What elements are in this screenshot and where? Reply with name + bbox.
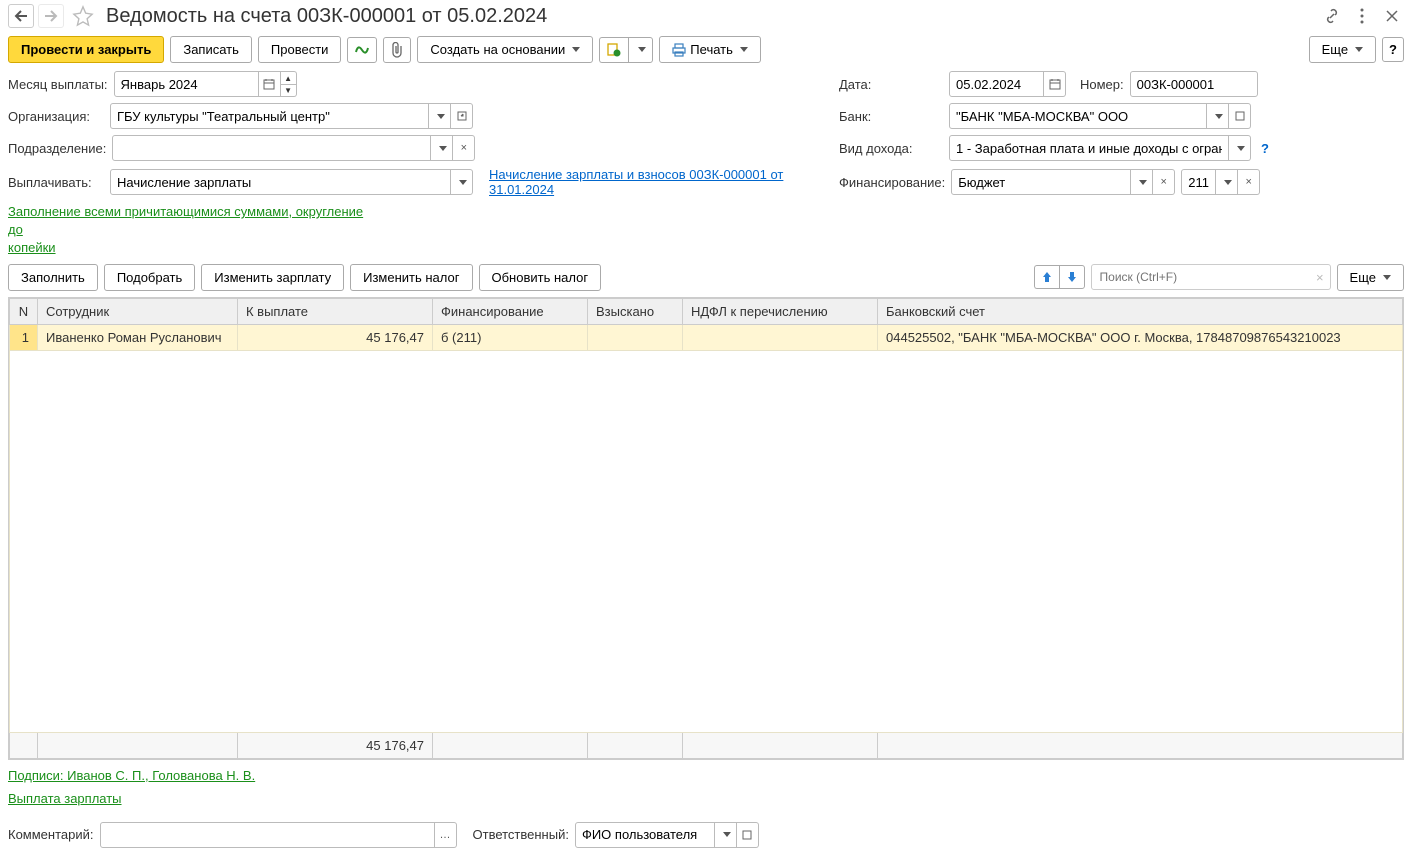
clear-icon[interactable]: × <box>453 135 475 161</box>
kebab-menu-icon[interactable] <box>1350 4 1374 28</box>
fill-button[interactable]: Заполнить <box>8 264 98 291</box>
income-type-input[interactable] <box>949 135 1229 161</box>
col-topay[interactable]: К выплате <box>238 298 433 324</box>
org-label: Организация: <box>8 109 104 124</box>
move-up-button[interactable] <box>1034 265 1059 289</box>
fin-code-input[interactable] <box>1181 169 1216 195</box>
save-button[interactable]: Записать <box>170 36 252 63</box>
move-down-button[interactable] <box>1059 265 1085 289</box>
more-button[interactable]: Еще <box>1309 36 1376 63</box>
open-icon[interactable] <box>1229 103 1251 129</box>
number-input[interactable] <box>1130 71 1258 97</box>
dropdown-icon[interactable] <box>1229 135 1251 161</box>
calendar-icon[interactable] <box>259 71 281 97</box>
favorite-star-icon[interactable] <box>72 5 94 27</box>
dept-input[interactable] <box>112 135 431 161</box>
bank-input[interactable] <box>949 103 1207 129</box>
signatures-link[interactable]: Подписи: Иванов С. П., Голованова Н. В. <box>8 768 255 783</box>
chevron-down-icon <box>1383 275 1391 280</box>
col-employee[interactable]: Сотрудник <box>38 298 238 324</box>
col-fin[interactable]: Финансирование <box>433 298 588 324</box>
dept-label: Подразделение: <box>8 141 106 156</box>
month-down[interactable]: ▼ <box>281 84 297 97</box>
dropdown-icon[interactable] <box>431 135 453 161</box>
print-button[interactable]: Печать <box>659 36 761 63</box>
change-salary-button[interactable]: Изменить зарплату <box>201 264 344 291</box>
month-up[interactable]: ▲ <box>281 71 297 84</box>
pay-input[interactable] <box>110 169 451 195</box>
report-button[interactable] <box>599 37 628 63</box>
pick-button[interactable]: Подобрать <box>104 264 195 291</box>
month-label: Месяц выплаты: <box>8 77 108 92</box>
change-tax-button[interactable]: Изменить налог <box>350 264 472 291</box>
pay-label: Выплачивать: <box>8 175 104 190</box>
col-n[interactable]: N <box>10 298 38 324</box>
page-title: Ведомость на счета 00ЗК-000001 от 05.02.… <box>106 5 1316 28</box>
dropdown-icon[interactable] <box>451 169 473 195</box>
dropdown-icon[interactable] <box>1216 169 1238 195</box>
search-input[interactable] <box>1098 269 1316 285</box>
date-input[interactable] <box>949 71 1044 97</box>
bank-label: Банк: <box>839 109 943 124</box>
chevron-down-icon <box>572 47 580 52</box>
clear-icon[interactable]: × <box>1238 169 1260 195</box>
link-icon[interactable] <box>1320 4 1344 28</box>
col-ndfl[interactable]: НДФЛ к перечислению <box>683 298 878 324</box>
calendar-icon[interactable] <box>1044 71 1066 97</box>
col-collected[interactable]: Взыскано <box>588 298 683 324</box>
number-label: Номер: <box>1080 77 1124 92</box>
create-based-on-button[interactable]: Создать на основании <box>417 36 593 63</box>
accrual-link[interactable]: Начисление зарплаты и взносов 00ЗК-00000… <box>489 167 833 197</box>
dropdown-icon[interactable] <box>715 822 737 848</box>
dt-kt-button[interactable] <box>347 37 377 63</box>
dropdown-icon[interactable] <box>429 103 451 129</box>
clear-icon[interactable]: × <box>1316 270 1324 285</box>
help-icon[interactable]: ? <box>1261 141 1269 156</box>
nav-back-button[interactable] <box>8 4 34 28</box>
fill-all-link[interactable]: Заполнение всеми причитающимися суммами,… <box>8 204 363 255</box>
clear-icon[interactable]: × <box>1153 169 1175 195</box>
col-account[interactable]: Банковский счет <box>878 298 1403 324</box>
responsible-label: Ответственный: <box>473 827 569 842</box>
fin-label: Финансирование: <box>839 175 945 190</box>
fin-input[interactable] <box>951 169 1131 195</box>
table-row[interactable]: 1 Иваненко Роман Русланович 45 176,47 б … <box>10 324 1403 350</box>
chevron-down-icon <box>1355 47 1363 52</box>
post-and-close-button[interactable]: Провести и закрыть <box>8 36 164 63</box>
post-button[interactable]: Провести <box>258 36 342 63</box>
table-more-button[interactable]: Еще <box>1337 264 1404 291</box>
ellipsis-icon[interactable]: … <box>435 822 457 848</box>
chevron-down-icon <box>740 47 748 52</box>
comment-input[interactable] <box>100 822 435 848</box>
dropdown-icon[interactable] <box>1131 169 1153 195</box>
comment-label: Комментарий: <box>8 827 94 842</box>
open-icon[interactable] <box>451 103 473 129</box>
printer-icon <box>672 43 686 57</box>
close-icon[interactable] <box>1380 4 1404 28</box>
month-input[interactable] <box>114 71 259 97</box>
search-input-wrap[interactable]: × <box>1091 264 1331 290</box>
update-tax-button[interactable]: Обновить налог <box>479 264 602 291</box>
date-label: Дата: <box>839 77 943 92</box>
responsible-input[interactable] <box>575 822 715 848</box>
help-button[interactable]: ? <box>1382 37 1404 62</box>
chevron-down-icon <box>638 47 646 52</box>
org-input[interactable] <box>110 103 429 129</box>
dropdown-icon[interactable] <box>1207 103 1229 129</box>
report-dropdown[interactable] <box>628 37 653 63</box>
nav-forward-button[interactable] <box>38 4 64 28</box>
total-topay: 45 176,47 <box>238 732 433 758</box>
open-icon[interactable] <box>737 822 759 848</box>
income-type-label: Вид дохода: <box>839 141 943 156</box>
salary-payment-link[interactable]: Выплата зарплаты <box>8 791 122 806</box>
attach-button[interactable] <box>383 37 411 63</box>
